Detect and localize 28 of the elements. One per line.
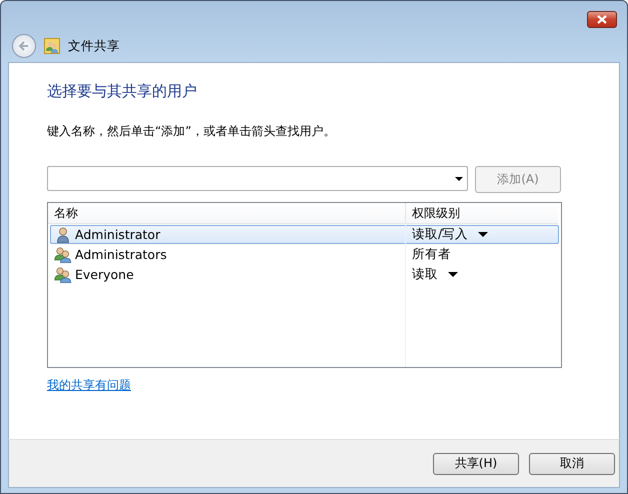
window-title: 文件共享 bbox=[68, 38, 120, 54]
dialog-heading: 选择要与其共享的用户 bbox=[47, 82, 198, 101]
user-name: Administrators bbox=[75, 247, 167, 262]
column-header[interactable]: 权限级别 bbox=[406, 203, 460, 223]
close-button[interactable] bbox=[587, 11, 617, 28]
user-name: Everyone bbox=[75, 267, 134, 282]
user-icon bbox=[56, 226, 70, 242]
help-link[interactable]: 我的共享有问题 bbox=[47, 377, 131, 394]
permission-level: 所有者 bbox=[412, 246, 451, 263]
users-icon bbox=[54, 266, 72, 282]
dialog-button[interactable]: 共享(H) bbox=[433, 452, 519, 474]
user-name: Administrator bbox=[75, 227, 160, 242]
list-row[interactable]: Administrators 所有者 bbox=[50, 245, 559, 264]
instruction-text: 键入名称，然后单击“添加”，或者单击箭头查找用户。 bbox=[47, 123, 336, 140]
dropdown-arrow-icon[interactable] bbox=[455, 176, 463, 180]
users-folder-icon bbox=[44, 38, 60, 54]
column-header[interactable]: 名称 bbox=[48, 203, 406, 223]
dialog-button[interactable]: 取消 bbox=[529, 452, 615, 474]
back-button[interactable] bbox=[12, 34, 36, 58]
dropdown-arrow-icon[interactable] bbox=[448, 272, 458, 277]
dropdown-arrow-icon[interactable] bbox=[478, 232, 488, 237]
close-icon bbox=[597, 15, 607, 24]
users-icon bbox=[54, 246, 72, 262]
permission-level: 读取/写入 bbox=[412, 226, 468, 243]
permission-level: 读取 bbox=[412, 266, 438, 283]
list-row[interactable]: Everyone 读取 bbox=[50, 265, 559, 284]
back-arrow-icon bbox=[18, 40, 30, 52]
list-row[interactable]: Administrator 读取/写入 bbox=[50, 225, 559, 244]
